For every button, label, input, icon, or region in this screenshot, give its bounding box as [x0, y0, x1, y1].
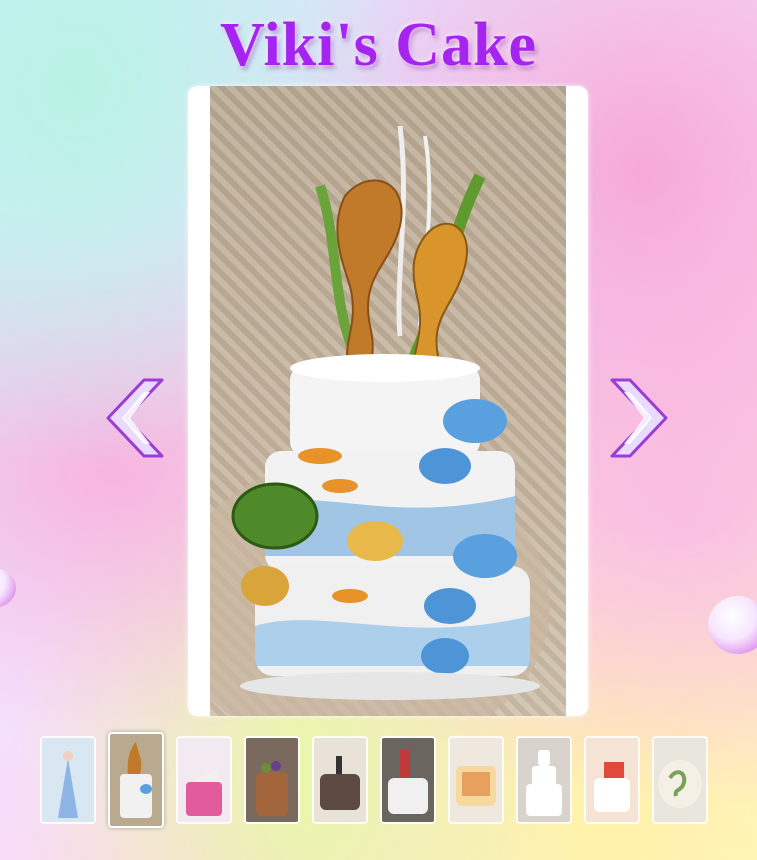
thumbnail-5[interactable] — [312, 736, 368, 824]
cake-thumbnail — [246, 738, 298, 822]
decorative-orb — [0, 568, 16, 608]
cake-thumbnail — [654, 738, 706, 822]
thumbnail-7[interactable] — [448, 736, 504, 824]
thumbnail-10[interactable] — [652, 736, 708, 824]
decorative-orb — [708, 596, 757, 654]
cake-thumbnail — [450, 738, 502, 822]
thumbnail-1[interactable] — [40, 736, 96, 824]
previous-button[interactable] — [104, 378, 166, 458]
thumbnail-3[interactable] — [176, 736, 232, 824]
chevron-left-icon — [106, 378, 164, 458]
cake-thumbnail — [518, 738, 570, 822]
app-title: Viki's Cake — [219, 11, 538, 79]
thumbnail-6[interactable] — [380, 736, 436, 824]
thumbnail-9[interactable] — [584, 736, 640, 824]
thumbnail-2[interactable] — [108, 732, 164, 828]
next-button[interactable] — [608, 378, 670, 458]
cake-thumbnail — [382, 738, 434, 822]
cake-thumbnail — [586, 738, 638, 822]
cake-thumbnail — [178, 738, 230, 822]
cake-thumbnail — [110, 734, 162, 826]
cake-thumbnail — [42, 738, 94, 822]
thumbnail-strip — [40, 732, 720, 830]
cake-thumbnail — [314, 738, 366, 822]
image-viewer[interactable] — [188, 86, 588, 716]
thumbnail-4[interactable] — [244, 736, 300, 824]
cake-photo — [210, 86, 566, 716]
chevron-right-icon — [610, 378, 668, 458]
thumbnail-8[interactable] — [516, 736, 572, 824]
